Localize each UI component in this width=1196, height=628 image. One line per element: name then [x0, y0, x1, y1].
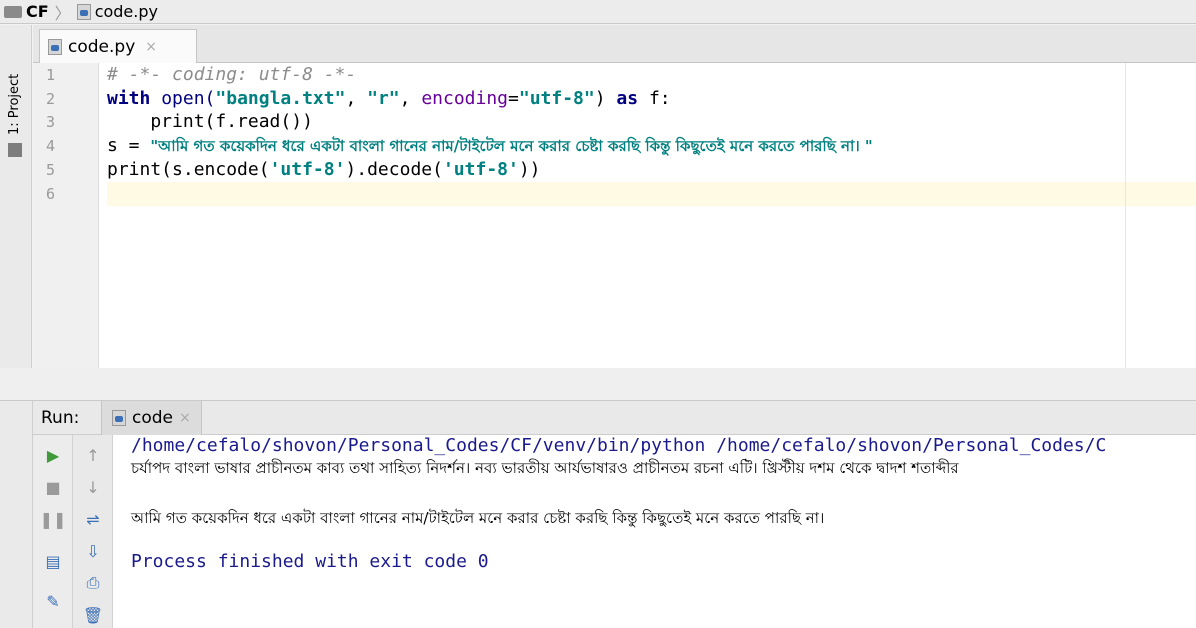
run-toolbar-secondary: ↑ ↓ ⇌ ⇩ ⎙ 🗑 — [73, 435, 113, 628]
breadcrumb-file[interactable]: code.py — [76, 2, 158, 21]
soft-wrap-icon[interactable]: ⇌ — [83, 509, 103, 529]
console-exit-status: Process finished with exit code 0 — [131, 551, 489, 572]
close-tab-icon[interactable]: × — [145, 39, 157, 55]
python-file-icon — [76, 3, 91, 20]
code-token: f: — [638, 88, 671, 109]
keyword-argument: encoding — [421, 88, 509, 109]
scroll-to-end-icon[interactable]: ⇩ — [83, 541, 103, 561]
print-icon[interactable]: ⎙ — [83, 573, 103, 593]
breadcrumb-separator: 〉 — [54, 3, 71, 23]
code-token: s = — [107, 135, 151, 156]
run-console[interactable]: /home/cefalo/shovon/Personal_Codes/CF/ve… — [113, 435, 1196, 628]
code-editor[interactable]: 1 2 3 4 5 6 # -*- coding: utf-8 -*- with… — [33, 63, 1196, 368]
clear-all-icon[interactable]: 🗑 — [83, 605, 103, 625]
run-tab-code[interactable]: code × — [101, 400, 202, 435]
string-literal: "utf-8" — [518, 88, 595, 109]
left-tool-strip-lower — [0, 401, 33, 628]
code-token: , — [399, 88, 422, 109]
structure-icon[interactable] — [8, 143, 22, 157]
console-command-line: /home/cefalo/shovon/Personal_Codes/CF/ve… — [131, 435, 1107, 456]
line-number-gutter: 1 2 3 4 5 6 — [33, 63, 99, 368]
dump-threads-icon[interactable]: ▤ — [43, 551, 63, 571]
left-tool-strip: 1: Project — [0, 25, 32, 401]
run-label: Run: — [41, 407, 80, 428]
panel-splitter[interactable] — [0, 368, 1196, 401]
console-output-line: আমি গত কয়েকদিন ধরে একটা বাংলা গানের নাম… — [131, 509, 825, 527]
python-file-icon — [48, 38, 62, 55]
code-token: open( — [150, 88, 216, 109]
breadcrumb-file-label: code.py — [94, 2, 158, 21]
current-line-highlight — [107, 182, 1196, 206]
pin-tab-icon[interactable]: ✎ — [43, 591, 63, 611]
keyword: as — [616, 88, 639, 109]
python-file-icon — [112, 409, 126, 426]
code-line-5: print(s.encode('utf-8').decode('utf-8')) — [107, 158, 541, 182]
line-number: 5 — [45, 161, 55, 179]
project-tool-tab[interactable]: 1: Project — [7, 74, 22, 135]
line-number: 1 — [45, 66, 55, 84]
line-number: 2 — [45, 90, 55, 108]
string-literal: "r" — [367, 88, 400, 109]
string-literal: 'utf-8' — [269, 159, 346, 180]
code-line-1: # -*- coding: utf-8 -*- — [107, 64, 357, 85]
code-line-3: print(f.read()) — [107, 111, 313, 132]
pause-icon[interactable]: ❚❚ — [40, 509, 67, 529]
code-area[interactable]: # -*- coding: utf-8 -*- with open("bangl… — [107, 63, 1196, 368]
code-line-4: s = "আমি গত কয়েকদিন ধরে একটা বাংলা গানে… — [107, 134, 873, 158]
code-token: )) — [518, 159, 541, 180]
editor-tab-code-py[interactable]: code.py × — [39, 29, 197, 63]
breadcrumb-project[interactable]: CF — [4, 2, 49, 21]
string-literal: "bangla.txt" — [215, 88, 346, 109]
rerun-icon[interactable]: ▶ — [43, 445, 63, 465]
console-output-line: চর্যাপদ বাংলা ভাষার প্রাচীনতম কাব্য তথা … — [131, 459, 959, 477]
code-token: = — [508, 88, 519, 109]
code-token: ) — [594, 88, 617, 109]
code-token: print(s.encode( — [107, 159, 270, 180]
line-number: 3 — [45, 113, 55, 131]
code-token: ).decode( — [345, 159, 443, 180]
editor-tab-label: code.py — [68, 36, 136, 57]
line-number: 6 — [45, 185, 55, 203]
run-tab-label: code — [132, 407, 173, 428]
string-literal: "আমি গত কয়েকদিন ধরে একটা বাংলা গানের না… — [150, 137, 873, 155]
run-toolbar-primary: ▶ ■ ❚❚ ▤ ✎ — [33, 435, 73, 628]
scroll-down-icon[interactable]: ↓ — [83, 477, 103, 497]
scroll-up-icon[interactable]: ↑ — [83, 445, 103, 465]
breadcrumb-project-label: CF — [26, 2, 49, 21]
run-panel-header: Run: code × — [33, 400, 1196, 435]
editor-tab-bar: code.py × — [33, 25, 1196, 63]
stop-icon[interactable]: ■ — [43, 477, 63, 497]
code-token: , — [345, 88, 368, 109]
code-line-2: with open("bangla.txt", "r", encoding="u… — [107, 87, 671, 111]
line-number: 4 — [45, 137, 55, 155]
close-run-tab-icon[interactable]: × — [179, 410, 191, 426]
string-literal: 'utf-8' — [442, 159, 519, 180]
breadcrumb: CF 〉 code.py — [0, 0, 1196, 24]
keyword: with — [107, 88, 151, 109]
folder-icon — [4, 5, 22, 18]
right-margin-guide — [1125, 63, 1126, 368]
